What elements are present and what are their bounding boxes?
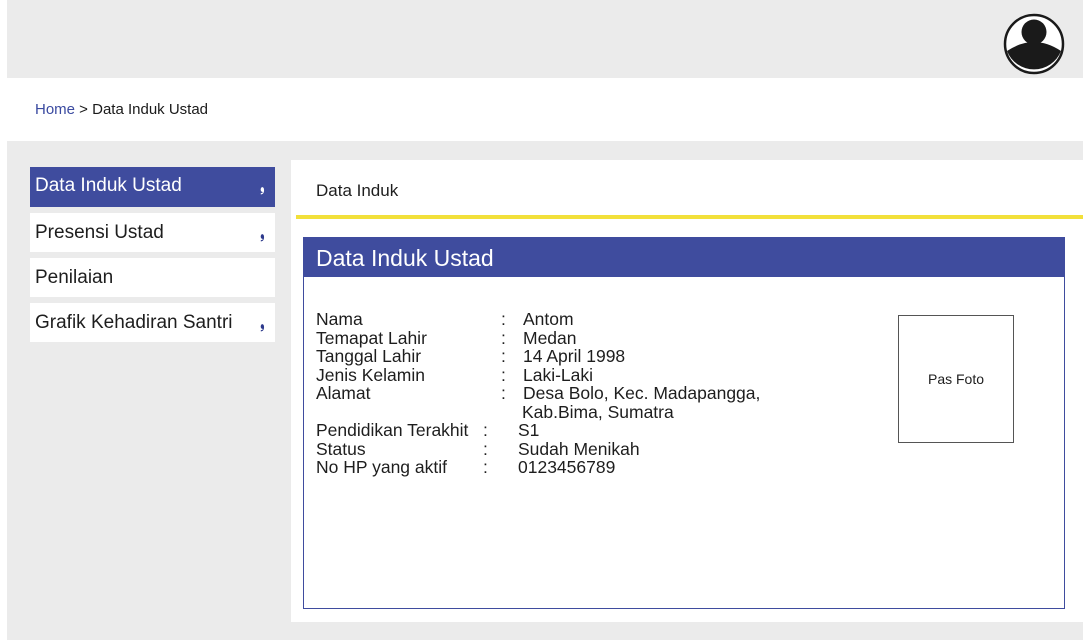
field-label: No HP yang aktif <box>316 457 447 477</box>
sidebar-item-label: Penilaian <box>35 267 114 288</box>
sidebar-item-data-induk-ustad[interactable]: Data Induk Ustad ❟ <box>30 167 275 207</box>
breadcrumb: Home > Data Induk Ustad <box>35 101 208 118</box>
breadcrumb-home-link[interactable]: Home <box>35 101 75 118</box>
field-colon: : <box>501 364 506 385</box>
chevron-right-icon: ❟ <box>260 176 265 195</box>
chevron-right-icon: ❟ <box>260 313 265 332</box>
field-label: Nama <box>316 309 363 329</box>
field-value: Antom <box>523 309 574 329</box>
field-value: Sudah Menikah <box>518 438 640 459</box>
field-value: Medan <box>523 327 577 348</box>
field-label: Temapat Lahir <box>316 327 427 348</box>
field-colon: : <box>501 327 506 348</box>
title-underline <box>296 215 1083 219</box>
field-colon: : <box>483 420 488 440</box>
field-colon: : <box>501 309 506 329</box>
field-label: Status <box>316 438 366 459</box>
field-colon: : <box>501 383 506 403</box>
field-colon: : <box>483 438 488 459</box>
photo-label: Pas Foto <box>927 371 985 387</box>
field-value: Laki-Laki <box>523 364 594 385</box>
chevron-right-icon: ❟ <box>260 223 265 242</box>
field-value: Desa Bolo, Kec. Madapangga, <box>523 383 761 403</box>
sidebar-item-label: Presensi Ustad <box>35 222 164 243</box>
sidebar-item-grafik-kehadiran-santri[interactable]: Grafik Kehadiran Santri ❟ <box>30 303 275 342</box>
field-label: Alamat <box>316 383 371 403</box>
field-label: Tanggal Lahir <box>316 346 422 366</box>
panel-title: Data Induk <box>316 181 399 200</box>
field-label: Pendidikan Terakhit <box>316 420 469 440</box>
field-colon: : <box>483 457 488 477</box>
sidebar: Data Induk Ustad ❟ Presensi Ustad ❟ Peni… <box>30 167 275 348</box>
sidebar-item-penilaian[interactable]: Penilaian <box>30 258 275 297</box>
breadcrumb-separator: > <box>75 101 93 118</box>
top-bar <box>7 0 1083 78</box>
user-avatar-icon[interactable] <box>1003 13 1065 75</box>
sidebar-item-presensi-ustad[interactable]: Presensi Ustad ❟ <box>30 213 275 252</box>
breadcrumb-current: Data Induk Ustad <box>92 101 209 118</box>
field-value: S1 <box>518 420 540 440</box>
main-panel: Data Induk Data Induk Ustad Nama : Antom… <box>291 160 1083 622</box>
field-value: 14 April 1998 <box>523 346 626 366</box>
field-colon: : <box>501 346 506 366</box>
sidebar-item-label: Data Induk Ustad <box>35 175 182 196</box>
data-induk-card: Data Induk Ustad Nama : Antom Temapat La… <box>303 237 1065 609</box>
field-value: 0123456789 <box>518 457 616 477</box>
field-label: Jenis Kelamin <box>316 364 425 385</box>
card-title: Data Induk Ustad <box>304 238 1064 277</box>
photo-placeholder: Pas Foto <box>898 315 1014 443</box>
field-value: Kab.Bima, Sumatra <box>522 401 674 422</box>
sidebar-item-label: Grafik Kehadiran Santri <box>35 312 233 333</box>
